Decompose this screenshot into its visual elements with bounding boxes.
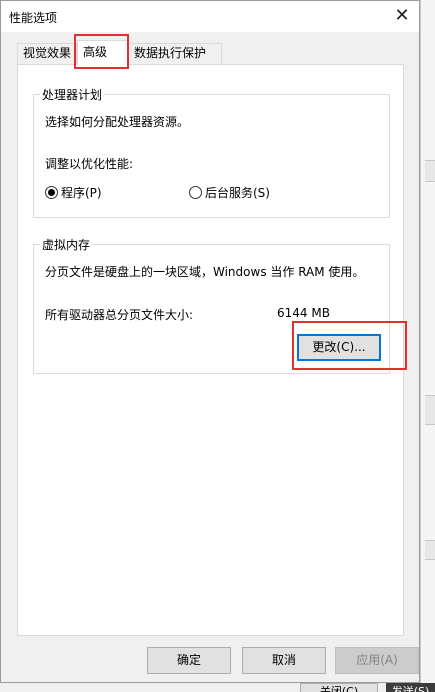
advanced-tab-panel: 处理器计划 选择如何分配处理器资源。 调整以优化性能: 程序(P) 后台服务(S… [17,64,404,636]
tab-data-execution-prevention[interactable]: 数据执行保护 [128,43,222,64]
cancel-button[interactable]: 取消 [242,647,326,674]
total-paging-file-label: 所有驱动器总分页文件大小: [45,308,194,322]
background-control [425,395,435,425]
total-paging-file-value: 6144 MB [277,306,330,320]
ok-button[interactable]: 确定 [147,647,231,674]
adjust-performance-label: 调整以优化性能: [45,157,134,171]
radio-programs-label: 程序(P) [61,186,102,200]
radio-background-services-indicator[interactable] [189,186,202,199]
background-control [425,160,435,182]
virtual-memory-description: 分页文件是硬盘上的一块区域，Windows 当作 RAM 使用。 [45,265,365,279]
change-paging-file-button[interactable]: 更改(C)... [297,334,381,361]
radio-background-services[interactable]: 后台服务(S) [189,184,270,201]
title-bar[interactable]: 性能选项 ✕ [1,1,419,32]
close-icon[interactable]: ✕ [391,5,413,27]
processor-scheduling-title: 处理器计划 [40,86,105,103]
virtual-memory-title: 虚拟内存 [40,236,93,253]
background-send-button[interactable]: 发送(S) [386,683,435,692]
radio-background-services-label: 后台服务(S) [205,186,270,200]
performance-options-dialog: 性能选项 ✕ 视觉效果 高级 数据执行保护 处理器计划 选择如何分配处理器资源。… [0,0,420,683]
tab-visual-effects[interactable]: 视觉效果 [17,43,77,64]
processor-scheduling-description: 选择如何分配处理器资源。 [45,115,190,129]
background-window-edge [420,0,435,692]
radio-programs[interactable]: 程序(P) [45,184,102,201]
virtual-memory-group: 虚拟内存 分页文件是硬盘上的一块区域，Windows 当作 RAM 使用。 所有… [33,236,390,374]
processor-scheduling-group: 处理器计划 选择如何分配处理器资源。 调整以优化性能: 程序(P) 后台服务(S… [33,86,390,218]
apply-button[interactable]: 应用(A) [335,647,419,674]
background-close-button[interactable]: 关闭(C) [300,683,378,692]
radio-programs-indicator[interactable] [45,186,58,199]
window-title: 性能选项 [9,11,58,25]
tab-advanced[interactable]: 高级 [77,40,128,65]
background-control [425,540,435,560]
